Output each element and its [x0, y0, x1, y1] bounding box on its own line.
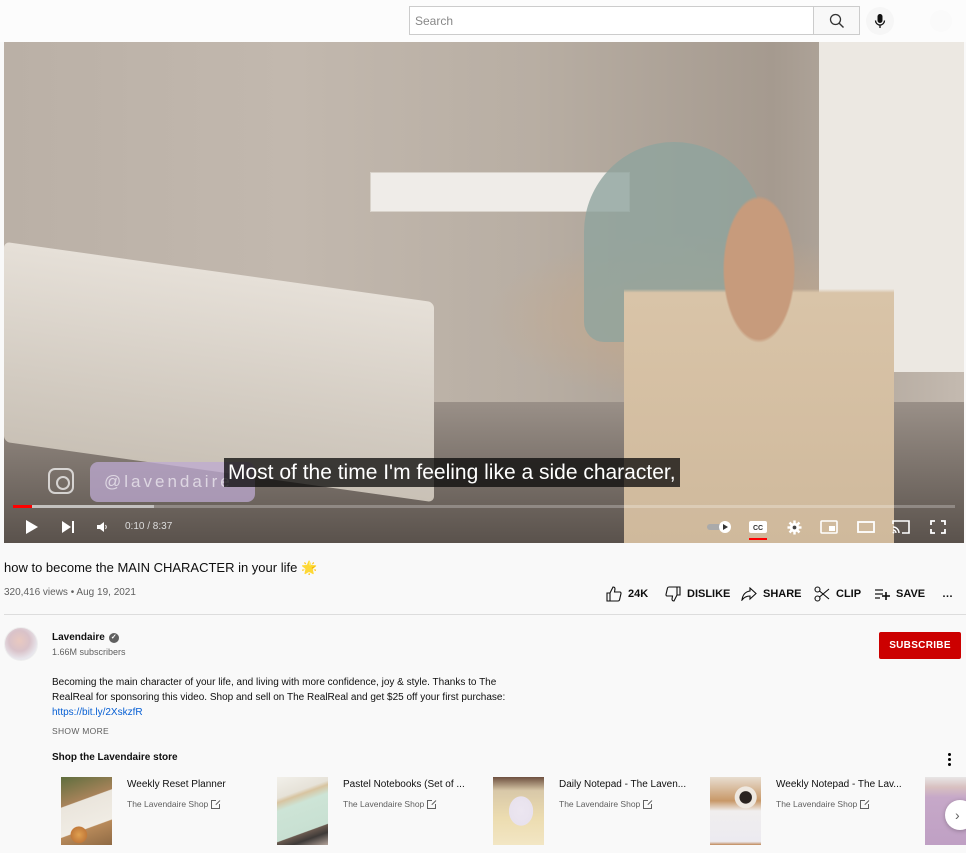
- share-label: SHARE: [763, 588, 802, 600]
- save-label: SAVE: [896, 588, 926, 600]
- product-thumbnail: [493, 777, 544, 845]
- product-thumbnail: [277, 777, 328, 845]
- captions-active-indicator: [749, 538, 767, 540]
- like-count: 24K: [628, 588, 649, 600]
- verified-badge-icon: ✓: [108, 632, 119, 643]
- search-input[interactable]: [410, 7, 813, 34]
- voice-search-button[interactable]: [866, 7, 894, 35]
- subtitle-caption: Most of the time I'm feeling like a side…: [224, 458, 680, 487]
- shop-item[interactable]: Pastel Notebooks (Set of ... The Lavenda…: [277, 777, 487, 845]
- clip-label: CLIP: [836, 588, 862, 600]
- share-icon: [741, 587, 757, 601]
- shop-item[interactable]: Daily Notepad - The Laven... The Lavenda…: [493, 777, 703, 845]
- video-title-text: how to become the MAIN CHARACTER in your…: [4, 560, 298, 575]
- product-vendor: The Lavendaire Shop: [776, 798, 871, 809]
- more-actions-icon: …: [942, 588, 953, 600]
- fullscreen-button[interactable]: [927, 515, 949, 539]
- shop-item[interactable]: Weekly Notepad - The Lav... The Lavendai…: [710, 777, 920, 845]
- share-button[interactable]: SHARE: [741, 585, 802, 603]
- description-text: Becoming the main character of your life…: [52, 677, 506, 703]
- search-button[interactable]: [813, 6, 860, 35]
- product-name: Weekly Reset Planner: [127, 779, 226, 790]
- channel-name-text: Lavendaire: [52, 632, 105, 643]
- glowing-star-emoji: 🌟: [300, 560, 318, 575]
- autoplay-toggle[interactable]: [706, 515, 732, 539]
- microphone-icon: [874, 14, 886, 28]
- captions-button[interactable]: CC: [747, 515, 769, 540]
- product-name: Pastel Notebooks (Set of ...: [343, 779, 465, 790]
- thumbs-down-icon: [665, 586, 681, 602]
- autoplay-icon: [707, 521, 731, 533]
- video-player[interactable]: @lavendaire Most of the time I'm feeling…: [4, 42, 964, 543]
- external-link-icon: [427, 798, 438, 809]
- add-to-playlist-icon: [875, 589, 890, 600]
- subscriber-count: 1.66M subscribers: [52, 647, 126, 657]
- subscribe-button[interactable]: SUBSCRIBE: [879, 632, 961, 659]
- search-icon: [829, 13, 844, 28]
- shop-title: Shop the Lavendaire store: [52, 752, 178, 763]
- miniplayer-button[interactable]: [818, 515, 840, 539]
- channel-avatar[interactable]: [4, 627, 38, 661]
- play-icon: [26, 520, 38, 534]
- cast-icon: [892, 520, 910, 534]
- captions-icon: CC: [749, 521, 767, 533]
- volume-button[interactable]: [93, 515, 111, 539]
- divider: [4, 614, 966, 615]
- progress-bar[interactable]: [13, 505, 955, 508]
- instagram-icon: [48, 468, 74, 494]
- show-more-button[interactable]: SHOW MORE: [52, 726, 109, 736]
- channel-name[interactable]: Lavendaire ✓: [52, 632, 119, 643]
- theater-mode-icon: [857, 521, 875, 533]
- play-button[interactable]: [22, 515, 42, 539]
- product-vendor: The Lavendaire Shop: [343, 798, 438, 809]
- svg-text:CC: CC: [753, 525, 763, 532]
- video-meta: 320,416 views • Aug 19, 2021: [4, 587, 136, 598]
- save-button[interactable]: SAVE: [874, 585, 925, 603]
- shop-item[interactable]: Weekly Reset Planner The Lavendaire Shop: [61, 777, 271, 845]
- account-avatar[interactable]: [930, 10, 952, 32]
- external-link-icon: [860, 798, 871, 809]
- progress-played: [13, 505, 32, 508]
- next-icon: [62, 521, 74, 533]
- product-thumbnail: [710, 777, 761, 845]
- time-display: 0:10 / 8:37: [125, 521, 173, 532]
- player-controls: 0:10 / 8:37 CC: [4, 512, 964, 543]
- clip-button[interactable]: CLIP: [814, 585, 861, 603]
- chevron-right-icon: ›: [955, 807, 960, 823]
- shop-menu-button[interactable]: [940, 751, 958, 767]
- external-link-icon: [211, 798, 222, 809]
- external-link-icon: [643, 798, 654, 809]
- product-vendor: The Lavendaire Shop: [127, 798, 222, 809]
- theater-mode-button[interactable]: [855, 515, 877, 539]
- more-actions-button[interactable]: …: [942, 585, 953, 603]
- fullscreen-icon: [930, 520, 946, 534]
- scissors-icon: [814, 586, 830, 602]
- dislike-label: DISLIKE: [687, 588, 731, 600]
- video-description: Becoming the main character of your life…: [52, 675, 512, 720]
- cast-button[interactable]: [890, 515, 912, 539]
- dislike-button[interactable]: DISLIKE: [665, 585, 730, 603]
- miniplayer-icon: [820, 520, 838, 534]
- product-thumbnail: [61, 777, 112, 845]
- description-link[interactable]: https://bit.ly/2XskzfR: [52, 707, 143, 718]
- video-title: how to become the MAIN CHARACTER in your…: [4, 560, 317, 576]
- product-name: Weekly Notepad - The Lav...: [776, 779, 902, 790]
- settings-icon: [786, 519, 802, 535]
- search-box[interactable]: [409, 6, 813, 35]
- next-button[interactable]: [58, 515, 78, 539]
- thumbs-up-icon: [606, 586, 622, 602]
- progress-buffered: [13, 505, 155, 508]
- volume-icon: [97, 522, 107, 532]
- product-vendor: The Lavendaire Shop: [559, 798, 654, 809]
- product-name: Daily Notepad - The Laven...: [559, 779, 687, 790]
- masthead: [0, 0, 966, 42]
- like-button[interactable]: 24K: [606, 585, 648, 603]
- settings-button[interactable]: [784, 515, 804, 539]
